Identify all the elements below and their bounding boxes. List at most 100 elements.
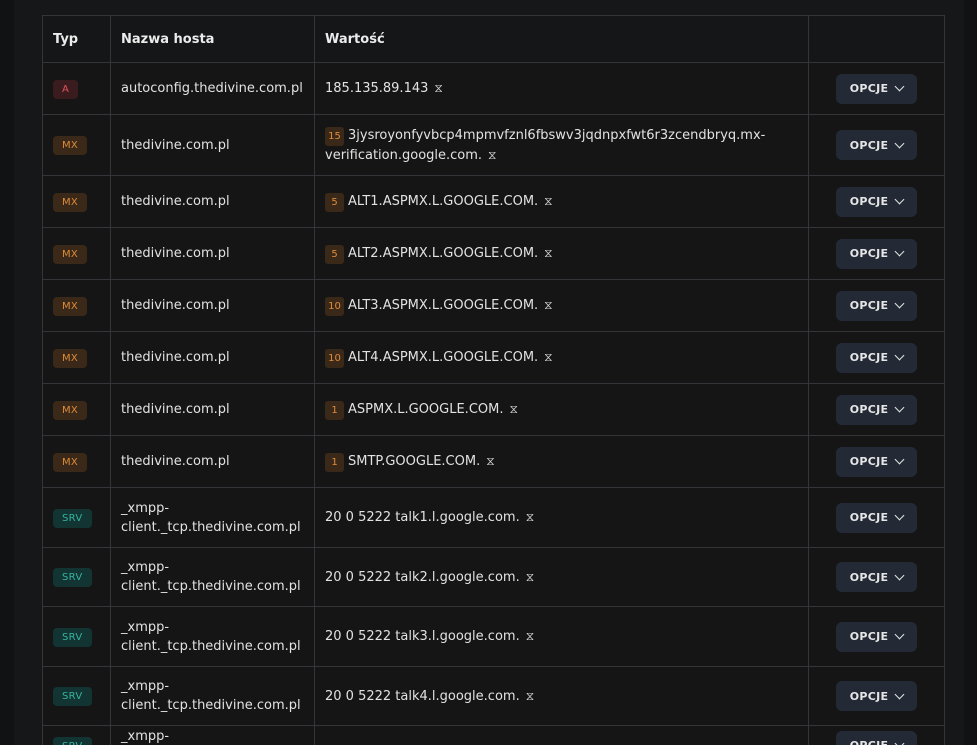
record-host: _xmpp-client._tcp.thedivine.com.pl (121, 560, 301, 594)
options-button-label: OPCJE (850, 736, 889, 745)
record-type-badge: MX (53, 348, 88, 368)
record-value: ASPMX.L.GOOGLE.COM. (348, 401, 504, 417)
options-button[interactable]: OPCJE (836, 730, 917, 745)
column-header-host: Nazwa hosta (110, 15, 315, 63)
record-value-cell: 20 0 5222 talk3.l.google.com. ⧖ (314, 606, 809, 667)
chevron-down-icon (894, 570, 905, 580)
record-type-cell: A (42, 62, 111, 115)
record-value-cell: 10 ALT3.ASPMX.L.GOOGLE.COM. ⧖ (314, 279, 809, 332)
table-row: SRV _xmpp-client._tcp.thedivine.com.pl 20 … (42, 606, 945, 667)
record-host-cell: _xmpp-client._tcp.thedivine.com.pl (110, 725, 315, 745)
priority-badge: 10 (325, 296, 344, 316)
record-value: 20 0 5222 talk2.l.google.com. (325, 569, 520, 585)
hourglass-icon: ⧖ (488, 147, 497, 162)
hourglass-icon: ⧖ (544, 245, 553, 260)
column-header-actions (808, 15, 945, 63)
options-button-label: OPCJE (849, 351, 889, 364)
record-type-badge: SRV (53, 627, 92, 647)
record-type-badge: MX (53, 136, 88, 155)
table-row: MX thedivine.com.pl 10 ALT3.ASPMX.L.GOOGLE.… (42, 279, 945, 332)
record-type-badge: MX (53, 452, 88, 472)
record-actions-cell: OPCJE (808, 666, 945, 726)
table-row: SRV _xmpp-client._tcp.thedivine.com.pl 20 … (42, 547, 945, 607)
options-button[interactable]: OPCJE (836, 186, 917, 217)
record-host: thedivine.com.pl (121, 454, 230, 469)
record-value-cell: 15 3jysroyonfyvbcp4mpmvfznl6fbswv3jqdnpxf… (314, 114, 809, 176)
table-row: SRV _xmpp-client._tcp.thedivine.com.pl OPC… (42, 725, 945, 745)
chevron-down-icon (894, 246, 905, 257)
hourglass-icon: ⧖ (525, 629, 535, 643)
record-actions-cell: OPCJE (808, 725, 945, 745)
options-button[interactable]: OPCJE (836, 681, 917, 711)
record-host: _xmpp-client._tcp.thedivine.com.pl (121, 619, 301, 654)
record-host: thedivine.com.pl (121, 246, 230, 261)
record-actions-cell: OPCJE (808, 279, 945, 332)
record-type-cell: SRV (42, 547, 111, 607)
options-button[interactable]: OPCJE (836, 290, 917, 321)
record-value-cell: 5 ALT2.ASPMX.L.GOOGLE.COM. ⧖ (314, 227, 809, 280)
priority-badge: 1 (325, 400, 344, 420)
record-actions-cell: OPCJE (808, 175, 945, 228)
record-value-cell: 20 0 5222 talk4.l.google.com. ⧖ (314, 666, 809, 726)
record-host-cell: thedivine.com.pl (110, 383, 315, 436)
record-value: 3jysroyonfyvbcp4mpmvfznl6fbswv3jqdnpxfwt… (325, 127, 766, 163)
record-type-cell: MX (42, 114, 111, 176)
options-button-label: OPCJE (849, 299, 889, 312)
hourglass-icon: ⧖ (525, 510, 535, 524)
chevron-down-icon (894, 629, 905, 640)
record-type-cell: MX (42, 279, 111, 332)
record-value: 20 0 5222 talk1.l.google.com. (325, 510, 520, 525)
hourglass-icon: ⧖ (525, 569, 535, 584)
record-actions-cell: OPCJE (808, 383, 945, 436)
options-button[interactable]: OPCJE (836, 238, 917, 269)
options-button-label: OPCJE (849, 82, 889, 95)
priority-badge: 5 (325, 192, 344, 212)
record-value: 20 0 5222 talk4.l.google.com. (325, 688, 520, 704)
record-value: SMTP.GOOGLE.COM. (348, 453, 481, 469)
options-button[interactable]: OPCJE (836, 130, 917, 160)
options-button[interactable]: OPCJE (836, 621, 917, 652)
options-button[interactable]: OPCJE (836, 446, 917, 477)
record-type-cell: SRV (42, 606, 111, 667)
record-value: 20 0 5222 talk3.l.google.com. (325, 629, 520, 644)
record-type-badge: SRV (53, 508, 92, 528)
table-row: MX thedivine.com.pl 1 ASPMX.L.GOOGLE.COM. ⧖ O… (42, 383, 945, 436)
record-type-badge: MX (53, 296, 88, 316)
options-button[interactable]: OPCJE (836, 502, 917, 533)
record-value: ALT1.ASPMX.L.GOOGLE.COM. (348, 193, 539, 209)
record-host: thedivine.com.pl (121, 350, 230, 365)
record-type-badge: MX (53, 192, 88, 212)
record-type-badge: MX (53, 400, 88, 420)
record-value-cell: 5 ALT1.ASPMX.L.GOOGLE.COM. ⧖ (314, 175, 809, 228)
record-value-cell (314, 725, 809, 745)
options-button-label: OPCJE (849, 455, 889, 468)
record-type-cell: MX (42, 175, 111, 228)
record-type-cell: MX (42, 227, 111, 280)
record-host-cell: _xmpp-client._tcp.thedivine.com.pl (110, 606, 315, 667)
dns-records-table: Typ Nazwa hosta Wartość Aautoconfig.thed… (42, 15, 945, 745)
record-host-cell: _xmpp-client._tcp.thedivine.com.pl (110, 487, 315, 548)
dns-records-panel: Typ Nazwa hosta Wartość Aautoconfig.thed… (14, 0, 964, 745)
table-row: MX thedivine.com.pl 15 3jysroyonfyvbcp4mpmv… (42, 114, 945, 176)
record-type-badge: SRV (53, 687, 92, 706)
options-button[interactable]: OPCJE (836, 562, 917, 592)
options-button[interactable]: OPCJE (836, 342, 917, 373)
options-button-label: OPCJE (849, 570, 889, 584)
record-host-cell: thedivine.com.pl (110, 435, 315, 488)
chevron-down-icon (894, 402, 905, 413)
record-type-cell: MX (42, 331, 111, 384)
options-button[interactable]: OPCJE (836, 394, 917, 425)
priority-badge: 15 (325, 126, 344, 146)
options-button-label: OPCJE (849, 630, 889, 643)
column-header-value: Wartość (314, 15, 809, 63)
column-header-type: Typ (42, 15, 111, 63)
record-type-cell: SRV (42, 725, 111, 745)
record-actions-cell: OPCJE (808, 487, 945, 548)
hourglass-icon: ⧖ (544, 297, 553, 312)
options-button[interactable]: OPCJE (836, 73, 917, 104)
record-host: thedivine.com.pl (121, 298, 230, 313)
record-type-cell: MX (42, 383, 111, 436)
record-actions-cell: OPCJE (808, 435, 945, 488)
record-value-cell: 1 ASPMX.L.GOOGLE.COM. ⧖ (314, 383, 809, 436)
hourglass-icon: ⧖ (509, 401, 518, 416)
